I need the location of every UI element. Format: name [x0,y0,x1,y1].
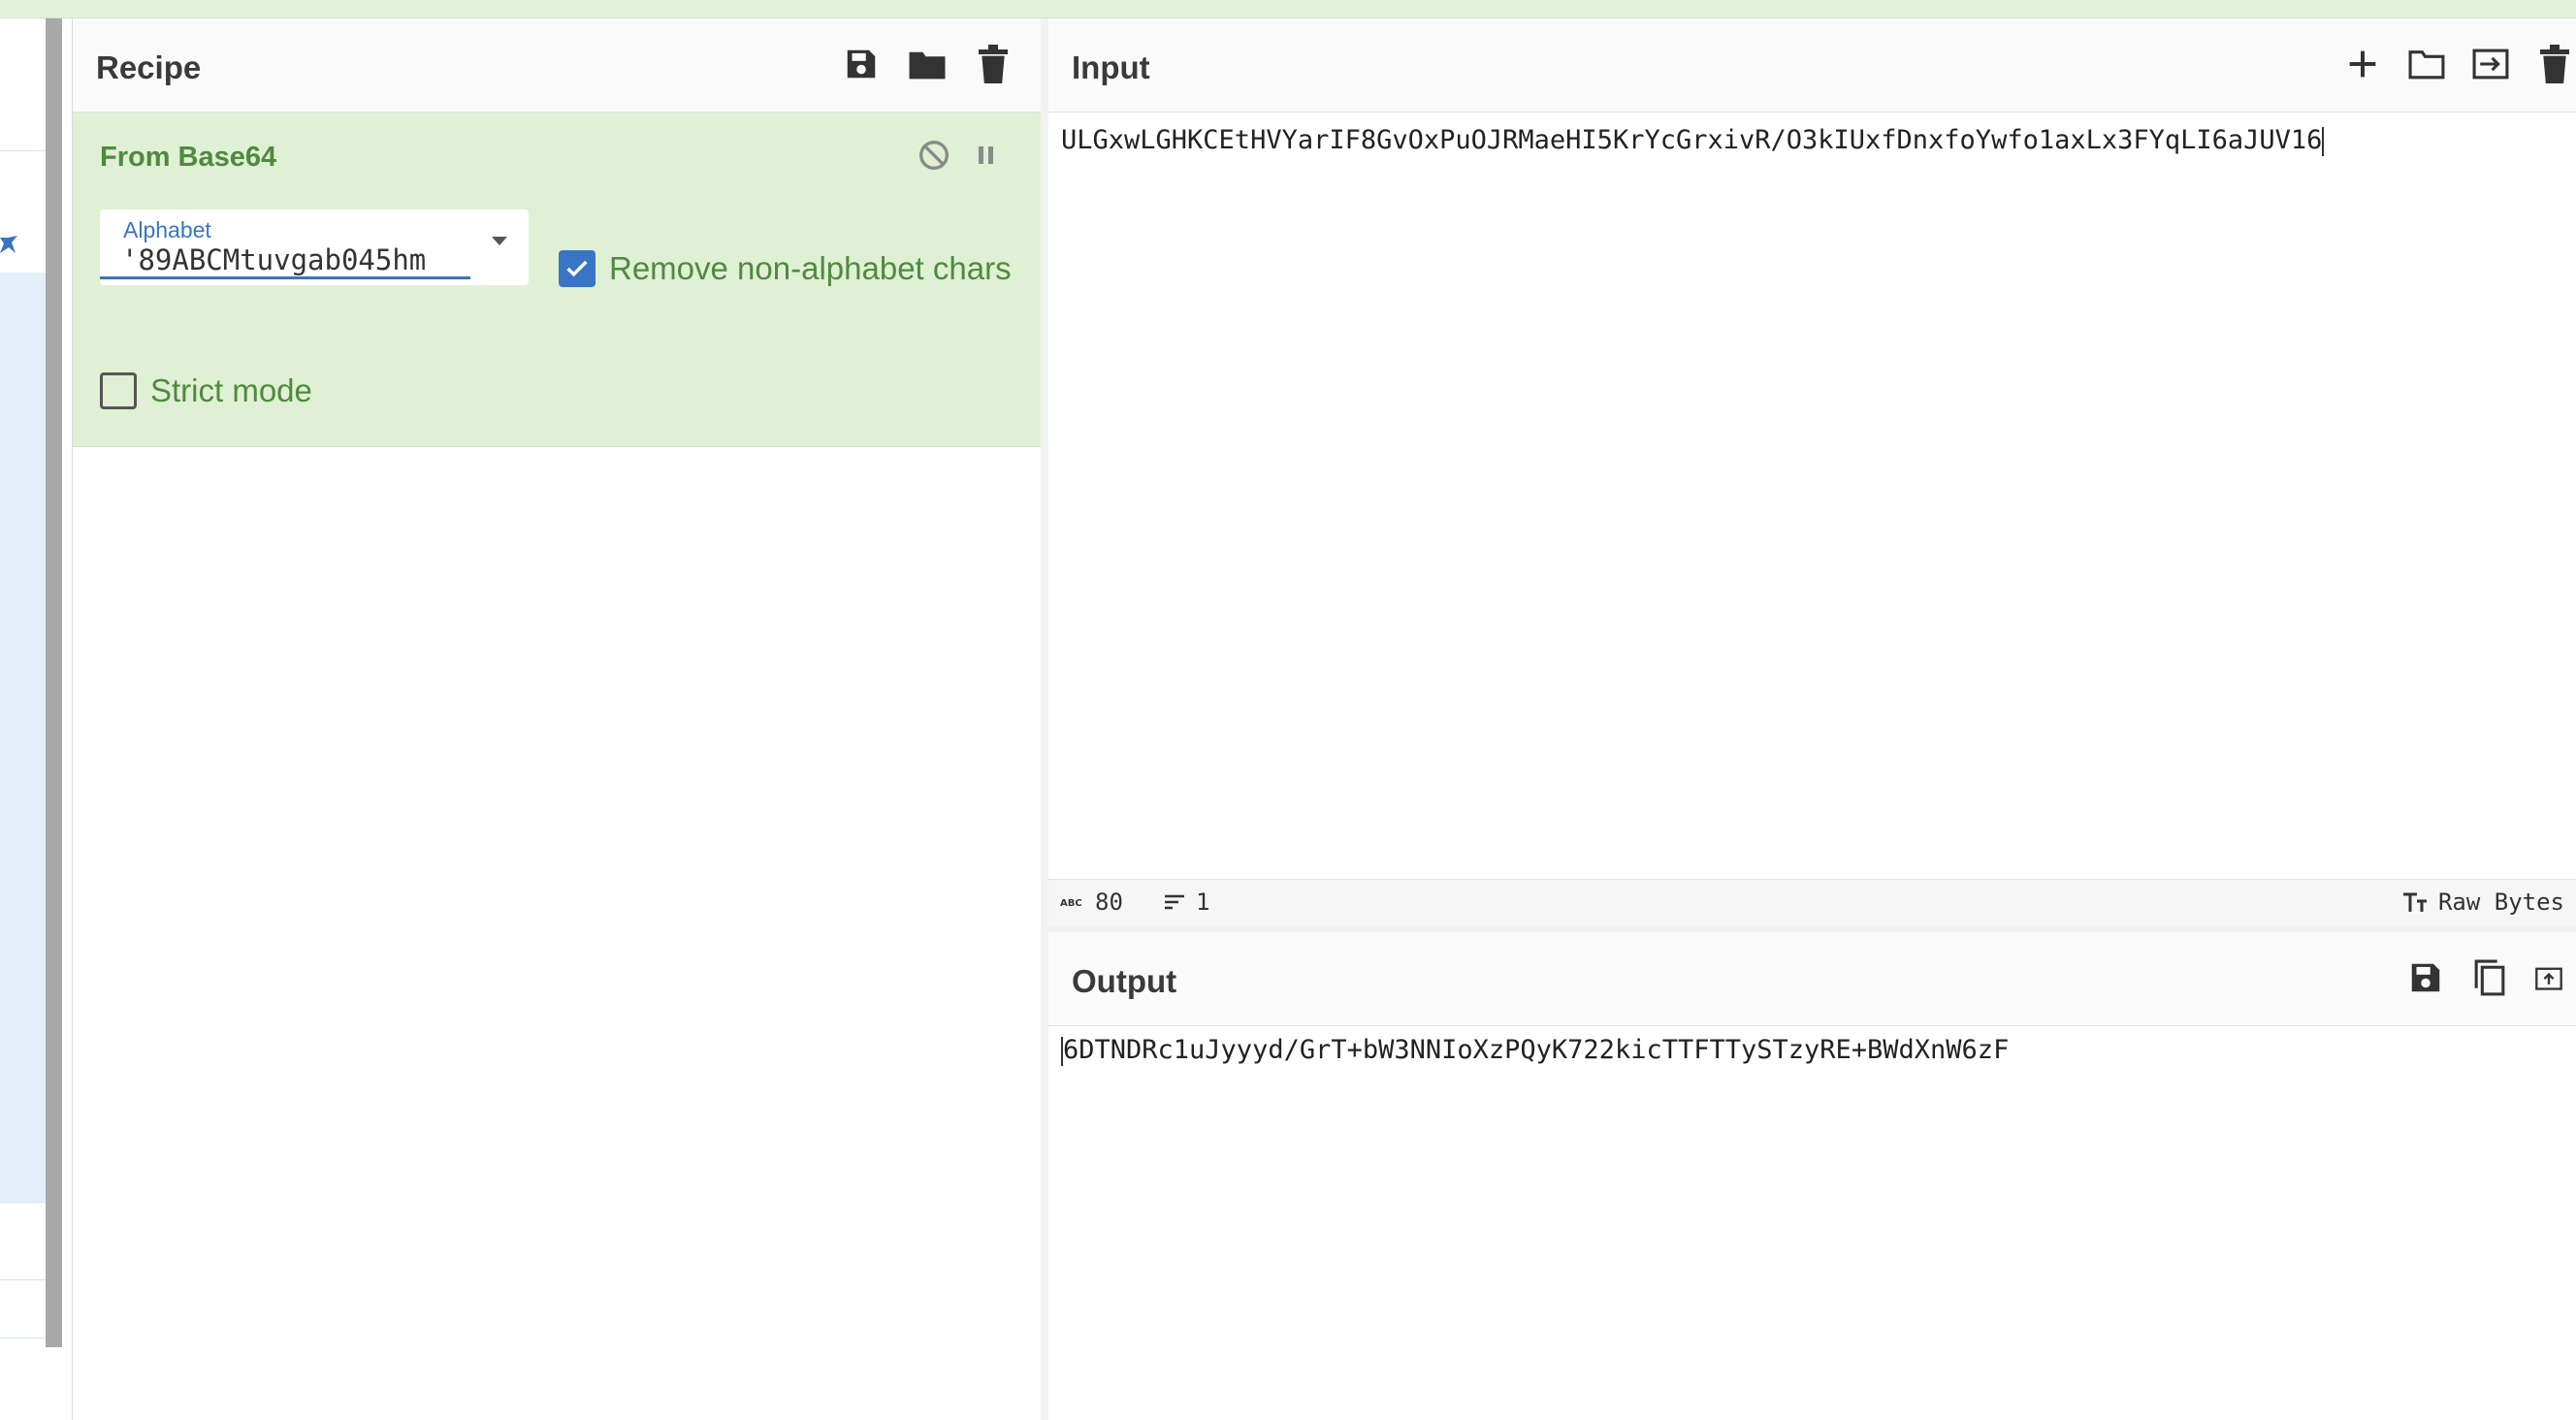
save-output-button[interactable] [2406,958,2445,997]
breakpoint-button[interactable] [969,138,1004,173]
list-item[interactable] [0,327,47,407]
list-item[interactable] [0,804,47,885]
save-icon [2411,963,2440,992]
input-panel: Input ULGxwLGHKCEtHVYarIF8GvOxPuOJRMaeHI… [1048,18,2576,879]
clear-input-button[interactable] [2535,45,2574,83]
trash-icon [979,45,1008,83]
remove-non-alphabet-toggle[interactable]: Remove non-alphabet chars [559,250,1012,287]
add-input-tab-button[interactable] [2343,45,2382,83]
disable-icon [919,141,949,170]
encoding-label: Raw Bytes [2437,888,2564,916]
operation-from-base64[interactable]: From Base64 Alphabet Remove non-alphabet… [73,113,1042,447]
top-banner [0,0,2576,18]
encoding-selector[interactable]: Raw Bytes [2401,888,2564,916]
replace-input-button[interactable] [2534,958,2563,997]
strict-mode-toggle[interactable]: Strict mode [100,372,312,409]
load-recipe-button[interactable] [908,45,947,83]
output-textarea[interactable]: 6DTNDRc1uJyyyd/GrT+bW3NNIoXzPQyK722kicTT… [1061,1035,2009,1066]
folder-outline-icon [2408,50,2445,80]
remove-non-alphabet-label: Remove non-alphabet chars [609,250,1012,286]
copy-output-button[interactable] [2470,958,2509,997]
output-title: Output [1072,963,1177,999]
list-item[interactable] [0,1221,47,1280]
input-length: 80 [1095,888,1123,916]
list-item[interactable] [0,884,47,964]
text-cursor [2322,126,2325,156]
list-item[interactable] [0,725,47,805]
plus-icon [2349,50,2376,78]
output-text: 6DTNDRc1uJyyyd/GrT+bW3NNIoXzPQyK722kicTT… [1063,1035,2010,1065]
list-item[interactable] [0,102,47,151]
disable-operation-button[interactable] [917,138,951,173]
list-item[interactable] [0,486,47,566]
input-line-count: 1 [1196,888,1210,916]
operation-title: From Base64 [100,142,277,173]
list-item[interactable] [0,645,47,726]
copy-icon [2474,959,2505,996]
checkmark-icon [566,260,588,277]
input-file-icon [2472,48,2509,80]
abc-length-icon: ABC [1060,898,1082,909]
save-icon [847,49,876,79]
recipe-title: Recipe [96,49,202,85]
trash-icon [2540,45,2569,83]
list-item[interactable] [0,273,47,328]
list-item[interactable] [0,1122,47,1203]
alphabet-field[interactable]: Alphabet [100,210,529,285]
list-item[interactable] [0,565,47,646]
alphabet-label: Alphabet [123,217,211,242]
chevron-down-icon[interactable] [492,237,507,245]
input-textarea[interactable]: ULGxwLGHKCEtHVYarIF8GvOxPuOJRMaeHI5KrYcG… [1061,125,2325,156]
save-recipe-button[interactable] [842,45,881,83]
open-folder-button[interactable] [2471,45,2510,83]
svg-text:ABC: ABC [1060,898,1082,909]
upload-icon [2535,967,2562,990]
strict-mode-checkbox[interactable] [100,372,137,409]
output-panel: Output 6DTNDRc1uJyyyd/GrT+bW3NNIoXzPQyK7… [1048,932,2576,1420]
input-header: Input [1048,18,2576,113]
pause-icon [979,146,993,164]
list-item[interactable] [0,963,47,1044]
open-file-button[interactable] [2407,45,2446,83]
recipe-header: Recipe [73,18,1042,113]
input-title: Input [1072,49,1150,85]
clear-recipe-button[interactable] [974,45,1013,83]
remove-non-alphabet-checkbox[interactable] [559,250,596,287]
list-item[interactable] [0,406,47,487]
strict-mode-label: Strict mode [150,372,312,408]
folder-icon [909,51,946,80]
text-format-icon [2402,892,2427,912]
star-icon[interactable] [0,234,17,255]
panel-resize-handle[interactable] [1041,18,1048,1420]
recipe-panel: Recipe From Base64 Alphabet '89ABCMtuvga… [72,18,1043,1420]
list-item[interactable] [0,1279,47,1339]
input-text: ULGxwLGHKCEtHVYarIF8GvOxPuOJRMaeHI5KrYcG… [1061,125,2323,155]
alphabet-input[interactable] [100,242,470,279]
output-header: Output [1048,932,2576,1026]
lines-icon [1165,894,1184,910]
list-item[interactable] [0,1043,47,1123]
operations-scrollbar[interactable] [46,18,62,1347]
input-status-bar: ABC 80 1 Raw Bytes [1048,879,2576,927]
